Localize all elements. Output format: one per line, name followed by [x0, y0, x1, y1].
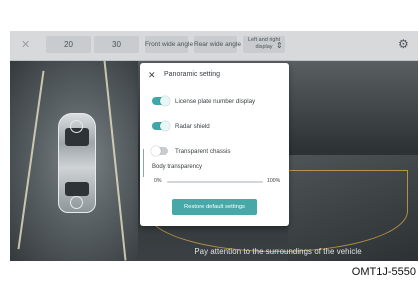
section-indicator: [143, 149, 144, 177]
front-radar-icon: [70, 120, 83, 133]
lane-marking: [103, 60, 127, 261]
safety-notice: Pay attention to the surroundings of the…: [194, 247, 362, 256]
close-x-icon[interactable]: ✕: [148, 70, 156, 80]
option-label: License plate number display: [175, 98, 256, 105]
panoramic-setting-dialog: ✕ Panoramic setting License plate number…: [140, 63, 289, 226]
slider-min-label: 0%: [154, 178, 162, 184]
bird-eye-view: [10, 60, 138, 261]
chevron-up-down-icon: ⇕: [276, 41, 283, 50]
radar-shield-toggle[interactable]: [152, 121, 170, 131]
rear-window: [65, 182, 89, 196]
figure-code: OMT1J-5550: [351, 266, 416, 278]
value-b-button[interactable]: 30: [94, 36, 139, 53]
toggle-knob: [160, 96, 170, 106]
dialog-title: Panoramic setting: [164, 71, 221, 78]
rear-wide-angle-button[interactable]: Rear wide angle: [194, 36, 241, 53]
body-transparency-label: Body transparency: [152, 164, 203, 170]
slider-max-label: 100%: [267, 178, 281, 184]
lane-marking: [17, 70, 45, 250]
option-label: Radar shield: [175, 123, 210, 130]
rear-radar-icon: [70, 196, 83, 209]
value-a-button[interactable]: 20: [46, 36, 91, 53]
toggle-knob: [160, 121, 170, 131]
body-transparency-slider[interactable]: [167, 181, 263, 183]
restore-defaults-button[interactable]: Restore default settings: [172, 199, 257, 215]
close-x-icon[interactable]: ✕: [21, 38, 30, 52]
transparent-chassis-toggle[interactable]: [151, 146, 168, 156]
gear-icon[interactable]: ⚙: [398, 37, 409, 51]
license-plate-toggle[interactable]: [152, 96, 170, 106]
vehicle-top-view: [58, 113, 96, 213]
option-label: Transparent chassis: [175, 148, 231, 155]
toggle-knob: [151, 146, 161, 156]
front-wide-angle-button[interactable]: Front wide angle: [145, 36, 193, 53]
top-toolbar: ✕ 20 30 Front wide angle Rear wide angle…: [10, 31, 418, 61]
